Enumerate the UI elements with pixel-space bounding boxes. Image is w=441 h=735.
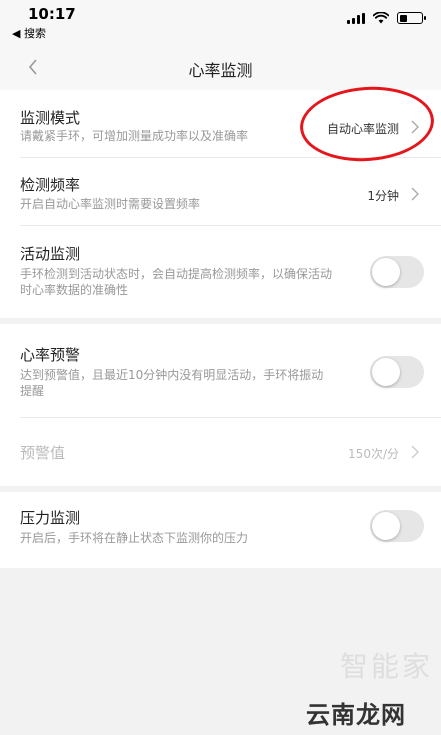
setting-value: 150次/分: [348, 447, 399, 461]
setting-subtitle: 达到预警值，且最近10分钟内没有明显活动，手环将振动: [20, 368, 324, 382]
setting-subtitle: 开启自动心率监测时需要设置频率: [20, 197, 201, 211]
back-to-app-link[interactable]: ◀ 搜索: [12, 25, 46, 41]
chevron-right-icon: [411, 187, 419, 201]
setting-title: 活动监测: [20, 245, 81, 263]
settings-group-2: 心率预警 达到预警值，且最近10分钟内没有明显活动，手环将振动 提醒 预警值 1…: [0, 324, 441, 486]
setting-title: 检测频率: [20, 176, 81, 194]
activity-monitor-toggle[interactable]: [370, 256, 424, 288]
status-time: 10:17: [28, 5, 76, 23]
toggle-knob: [372, 258, 400, 286]
chevron-right-icon: [411, 120, 419, 134]
toggle-knob: [372, 358, 400, 386]
setting-monitor-mode[interactable]: 监测模式 请戴紧手环，可增加测量成功率以及准确率 自动心率监测: [20, 90, 441, 158]
chevron-right-icon: [411, 445, 419, 459]
setting-activity-monitor: 活动监测 手环检测到活动状态时，会自动提高检测频率，以确保活动 时心率数据的准确…: [20, 226, 441, 318]
setting-heart-rate-warning: 心率预警 达到预警值，且最近10分钟内没有明显活动，手环将振动 提醒: [20, 324, 441, 418]
status-icons: [347, 12, 426, 24]
setting-value: 1分钟: [367, 189, 399, 203]
setting-warning-value[interactable]: 预警值 150次/分: [20, 418, 441, 486]
status-bar: 10:17 ◀ 搜索: [0, 0, 441, 44]
battery-icon: [397, 12, 426, 24]
setting-detect-frequency[interactable]: 检测频率 开启自动心率监测时需要设置频率 1分钟: [20, 158, 441, 226]
setting-title: 压力监测: [20, 509, 81, 527]
setting-subtitle: 请戴紧手环，可增加测量成功率以及准确率: [20, 129, 249, 143]
setting-title: 预警值: [20, 444, 66, 462]
setting-value: 自动心率监测: [326, 122, 399, 136]
setting-title: 监测模式: [20, 109, 81, 127]
settings-group-1: 监测模式 请戴紧手环，可增加测量成功率以及准确率 自动心率监测 检测频率 开启自…: [0, 90, 441, 318]
wifi-icon: [373, 12, 389, 24]
setting-subtitle: 开启后，手环将在静止状态下监测你的压力: [20, 531, 249, 545]
heart-rate-warning-toggle[interactable]: [370, 356, 424, 388]
cellular-signal-icon: [347, 12, 365, 24]
page-title: 心率监测: [188, 61, 253, 80]
watermark-yunnan: 云南龙网: [306, 701, 406, 729]
setting-stress-monitor: 压力监测 开启后，手环将在静止状态下监测你的压力: [20, 492, 441, 568]
settings-group-3: 压力监测 开启后，手环将在静止状态下监测你的压力: [0, 492, 441, 568]
setting-subtitle: 手环检测到活动状态时，会自动提高检测频率，以确保活动: [20, 267, 333, 281]
toggle-knob: [372, 512, 400, 540]
setting-subtitle: 提醒: [20, 384, 45, 398]
nav-bar: 心率监测: [0, 44, 441, 90]
setting-title: 心率预警: [20, 346, 81, 364]
watermark-text: 智能家: [339, 650, 433, 683]
setting-subtitle: 时心率数据的准确性: [20, 283, 129, 297]
stress-monitor-toggle[interactable]: [370, 510, 424, 542]
